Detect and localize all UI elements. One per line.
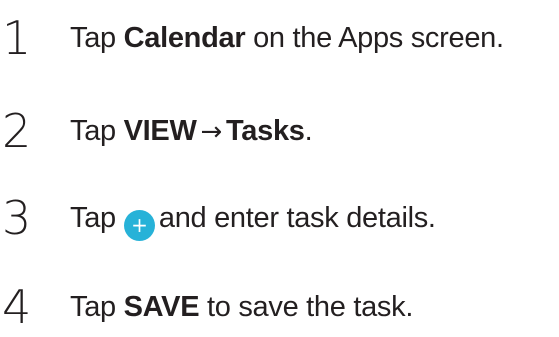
step-instruction: Tap Calendar on the Apps screen.: [70, 8, 504, 68]
arrow-right-icon: →: [200, 117, 223, 147]
step-number: 1: [2, 11, 31, 65]
step-text-before: Tap: [70, 115, 124, 147]
step-4: 4 Tap SAVE to save the task.: [0, 277, 559, 337]
calendar-label: Calendar: [123, 22, 246, 54]
step-1: 1 Tap Calendar on the Apps screen.: [0, 8, 559, 68]
save-label: SAVE: [123, 291, 200, 323]
step-instruction: Tap VIEW → Tasks.: [70, 101, 313, 162]
tasks-label: Tasks: [226, 115, 305, 147]
step-3: 3 Tap + and enter task details.: [0, 188, 559, 248]
step-instruction: Tap SAVE to save the task.: [70, 277, 413, 337]
step-2: 2 Tap VIEW → Tasks.: [0, 101, 559, 161]
step-number: 4: [2, 280, 31, 334]
step-text-after: on the Apps screen.: [245, 22, 504, 54]
step-number: 2: [2, 104, 31, 158]
step-text-after: to save the task.: [199, 291, 414, 323]
step-text-after: .: [304, 115, 313, 147]
step-number: 3: [2, 191, 31, 245]
step-text-before: Tap: [70, 291, 124, 323]
add-icon: +: [123, 210, 155, 241]
step-text-after: and enter task details.: [158, 202, 436, 234]
step-instruction: Tap + and enter task details.: [70, 188, 436, 248]
step-text-before: Tap: [70, 202, 116, 234]
step-text-before: Tap: [70, 22, 124, 54]
view-label: VIEW: [123, 115, 197, 147]
